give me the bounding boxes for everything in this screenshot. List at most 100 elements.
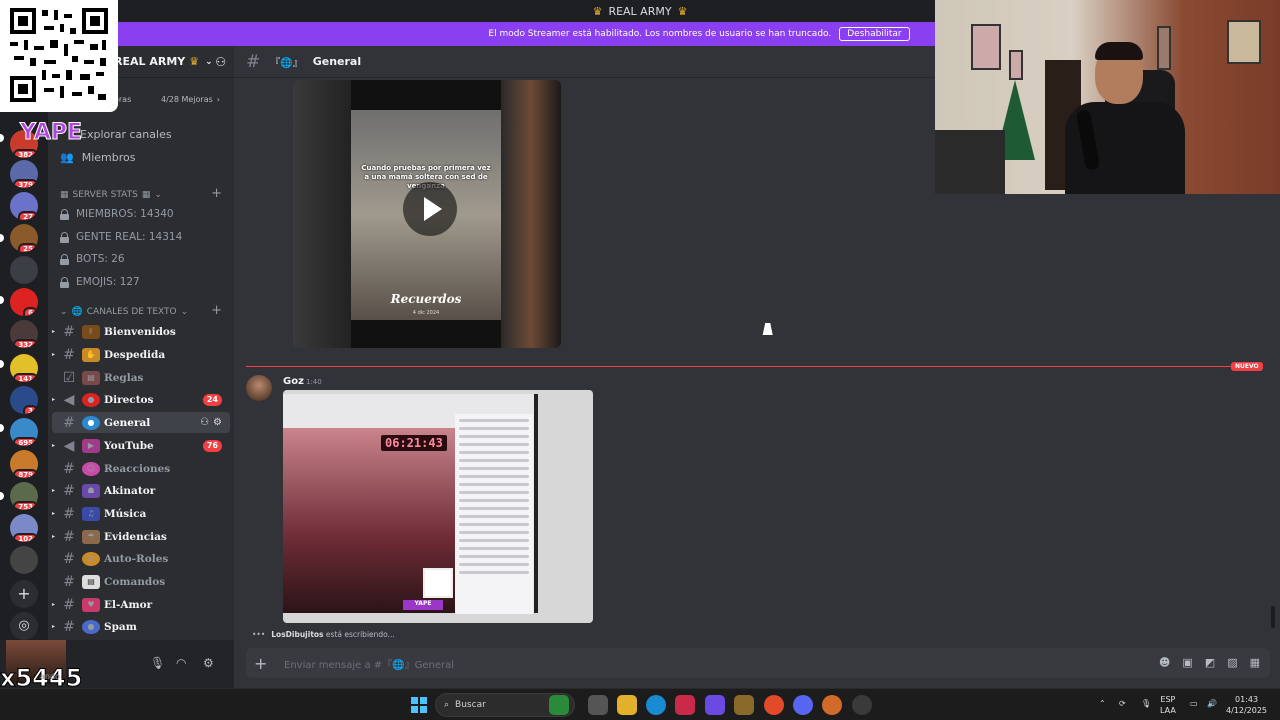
hash-icon: # (246, 51, 261, 72)
emoji-icon: ▤ (82, 574, 100, 589)
browse-label: Explorar canales (80, 127, 172, 141)
channel-name: Spam (104, 620, 137, 633)
message-composer[interactable]: + Enviar mensaje a #『🌐』General ☻ ▣ ◩ ▨ ▦ (246, 648, 1270, 678)
server-icon[interactable]: 141 (10, 354, 38, 382)
chevron-down-icon: ⌄ (60, 307, 68, 317)
widgets-icon[interactable] (549, 695, 569, 715)
server-icon[interactable] (10, 256, 38, 284)
gear-icon[interactable]: ⚙ (213, 417, 222, 428)
channel-el-amor[interactable]: ▸ # ♥ El-Amor (52, 594, 230, 615)
app-icon[interactable] (852, 695, 872, 715)
copilot-icon[interactable] (705, 695, 725, 715)
category-server-stats[interactable]: ▦ SERVER STATS ▦ ⌄ (60, 190, 162, 200)
app-icon[interactable] (734, 695, 754, 715)
channel-directos[interactable]: ▸ ◀ ● Directos 24 (52, 389, 230, 410)
stat-real[interactable]: GENTE REAL: 14314 (60, 231, 182, 243)
gift-icon[interactable]: ☻ (1159, 656, 1170, 669)
add-channel-icon[interactable]: + (211, 186, 222, 201)
server-icon[interactable]: 27 (10, 192, 38, 220)
volume-icon[interactable]: 🔊 (1207, 698, 1217, 709)
server-icon[interactable]: 3 (10, 386, 38, 414)
image-icon[interactable]: ▨ (1227, 656, 1237, 669)
add-channel-icon[interactable]: + (211, 303, 222, 318)
invite-icon[interactable]: ⚇ (200, 417, 209, 428)
channel-despedida[interactable]: ▸ # ✋ Despedida (52, 344, 230, 365)
emoji-icon: ✋ (82, 347, 100, 362)
server-icon[interactable]: 6 (10, 288, 38, 316)
channel-youtube[interactable]: ▸ ◀ ▶ YouTube 76 (52, 435, 230, 456)
server-icon[interactable]: 879 (10, 450, 38, 478)
stat-bots[interactable]: BOTS: 26 (60, 253, 125, 265)
channel-musica[interactable]: ▸ # ♫ Música (52, 503, 230, 524)
unread-dot-icon: ▸ (52, 328, 56, 335)
crown-icon: ♛ (677, 4, 688, 18)
search-icon: ⌕ (444, 700, 450, 710)
windows-start-icon[interactable] (411, 697, 427, 713)
store-icon[interactable] (675, 695, 695, 715)
server-icon[interactable] (10, 546, 38, 574)
browse-channels[interactable]: Explorar canales (80, 124, 172, 144)
network-icon[interactable]: ▭ (1190, 698, 1198, 709)
channel-evidencias[interactable]: ▸ # ☂ Evidencias (52, 526, 230, 547)
channel-bienvenidos[interactable]: ▸ # ✌ Bienvenidos (52, 321, 230, 342)
category-text-channels[interactable]: ⌄ 🌐 CANALES DE TEXTO ⌄ (60, 307, 188, 317)
tray-mic-icon[interactable]: 🎙 (1141, 698, 1151, 709)
channel-reglas[interactable]: ☑ ▤ Reglas (52, 367, 230, 388)
emoji-icon: ✌ (82, 324, 100, 339)
stat-emojis[interactable]: EMOJIS: 127 (60, 276, 140, 288)
channel-title: General (312, 55, 362, 68)
message-input[interactable]: Enviar mensaje a #『🌐』General (284, 656, 454, 671)
tray-refresh-icon[interactable]: ⟳ (1119, 698, 1126, 709)
tray-chevron-up-icon[interactable]: ⌃ (1099, 698, 1106, 709)
server-icon[interactable]: 25 (10, 224, 38, 252)
file-explorer-icon[interactable] (617, 695, 637, 715)
headphones-icon[interactable]: ◠ (176, 656, 186, 670)
play-icon[interactable] (403, 182, 457, 236)
channel-comandos[interactable]: # ▤ Comandos (52, 571, 230, 592)
discover-icon[interactable]: ◎ (10, 612, 38, 640)
server-icon[interactable]: 753 (10, 482, 38, 510)
unread-dot-icon: ▸ (52, 487, 56, 494)
browser-icon[interactable] (822, 695, 842, 715)
channel-name: YouTube (104, 439, 154, 452)
channel-auto-roles[interactable]: # ⊘ Auto-Roles (52, 548, 230, 569)
task-view-icon[interactable] (588, 695, 608, 715)
stat-members[interactable]: MIEMBROS: 14340 (60, 208, 174, 220)
add-server-icon[interactable]: + (10, 580, 38, 608)
edge-icon[interactable] (646, 695, 666, 715)
server-icon[interactable]: 379 (10, 160, 38, 188)
sticker-icon[interactable]: ◩ (1205, 656, 1215, 669)
image-chat-column (455, 414, 533, 614)
emoji-icon[interactable]: ▦ (1250, 656, 1260, 669)
microphone-icon[interactable]: 🎙 (150, 656, 165, 670)
channel-general[interactable]: # ● General ⚇ ⚙ (52, 412, 230, 433)
hash-icon: # (63, 482, 75, 499)
video-embed[interactable]: Cuando pruebas por primera vez a una mam… (293, 80, 561, 348)
gif-icon[interactable]: ▣ (1182, 656, 1192, 669)
channel-name: General (104, 416, 151, 429)
hash-icon: # (63, 618, 75, 635)
channel-akinator[interactable]: ▸ # ☗ Akinator (52, 480, 230, 501)
clock-date: 4/12/2025 (1226, 706, 1268, 715)
members-item[interactable]: 👥 Miembros (60, 147, 135, 167)
attach-plus-icon[interactable]: + (254, 654, 274, 673)
clock[interactable]: 01:43 4/12/2025 (1226, 694, 1267, 716)
language-indicator[interactable]: ESP LAA (1160, 694, 1176, 716)
stat-label: BOTS: 26 (76, 253, 125, 265)
disable-streamer-button[interactable]: Deshabilitar (839, 27, 910, 41)
scrollbar[interactable] (1271, 606, 1275, 628)
gear-icon[interactable]: ⚙ (203, 656, 214, 670)
channel-reacciones[interactable]: # ☺ Reacciones (52, 458, 230, 479)
invite-icon[interactable]: ⚇ (215, 55, 226, 69)
server-icon[interactable]: 695 (10, 418, 38, 446)
channel-spam[interactable]: ▸ # ● Spam (52, 616, 230, 637)
mention-badge: 695 (13, 437, 38, 446)
chrome-icon[interactable] (764, 695, 784, 715)
server-icon[interactable]: 332 (10, 320, 38, 348)
message-author[interactable]: Goz (283, 376, 304, 387)
server-icon[interactable]: 102 (10, 514, 38, 542)
discord-icon[interactable] (793, 695, 813, 715)
avatar[interactable] (246, 375, 272, 401)
message-image[interactable]: 06:21:43 YAPE (283, 390, 593, 623)
channel-name: Despedida (104, 348, 166, 361)
